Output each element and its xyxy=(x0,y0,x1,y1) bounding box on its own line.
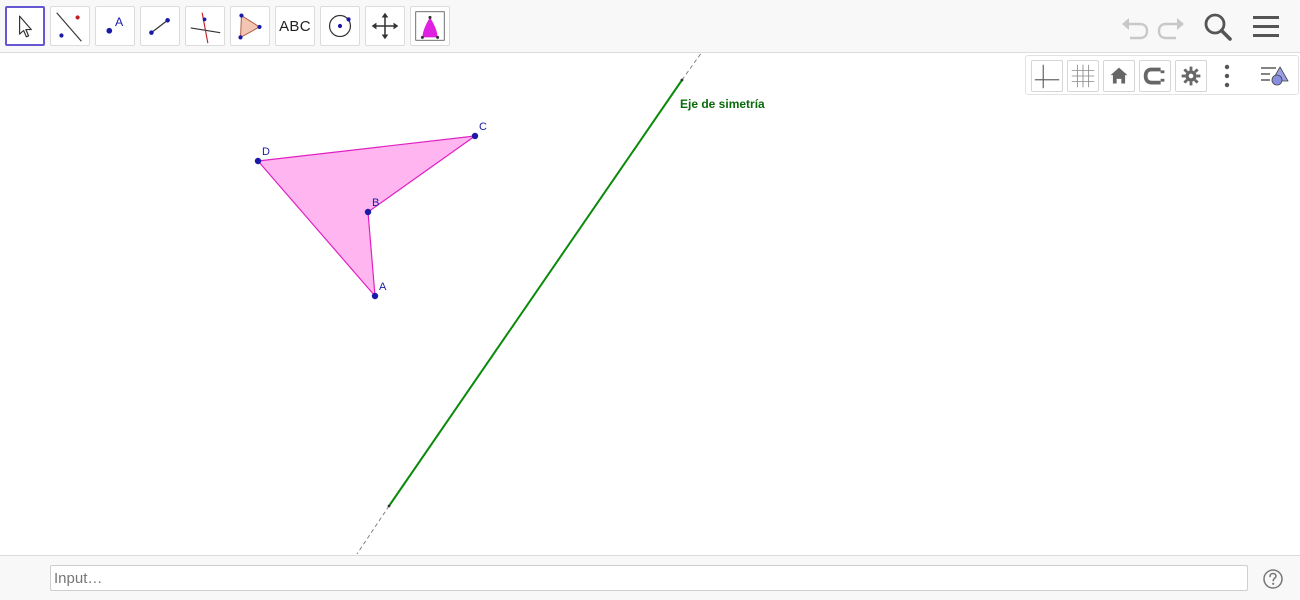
search-icon xyxy=(1204,13,1232,41)
search-button[interactable] xyxy=(1201,10,1235,44)
svg-text:A: A xyxy=(115,15,124,29)
point-a[interactable] xyxy=(371,292,379,300)
new-point-icon: A xyxy=(106,15,124,34)
circle-tool-button[interactable] xyxy=(320,6,360,46)
point-c[interactable] xyxy=(471,132,479,140)
algebra-view-toggle-icon xyxy=(1261,66,1289,86)
graphics-settings-button[interactable] xyxy=(1175,60,1207,92)
show-axes-icon xyxy=(1034,64,1060,89)
polygon-abcd[interactable] xyxy=(256,135,476,298)
polygon-tool-button[interactable] xyxy=(230,6,270,46)
point-a-label: A xyxy=(379,281,387,293)
segment-tool-button[interactable] xyxy=(140,6,180,46)
segment-icon xyxy=(149,18,170,35)
axis-extension-bottom xyxy=(356,505,390,555)
polygon-icon xyxy=(238,13,262,40)
algebra-input-field[interactable] xyxy=(50,565,1248,591)
point-b-label: B xyxy=(372,197,379,209)
point-d[interactable] xyxy=(254,157,262,165)
point-capturing-icon xyxy=(1143,67,1165,85)
undo-button[interactable] xyxy=(1118,10,1152,44)
geometry-canvas[interactable]: Eje de simetría A B C D xyxy=(0,51,1300,555)
main-toolbar: A ABC xyxy=(0,0,1300,53)
show-axes-button[interactable] xyxy=(1031,60,1063,92)
menu-icon xyxy=(1253,16,1279,37)
help-question-icon xyxy=(1263,569,1283,589)
custom-tool-button[interactable] xyxy=(410,6,450,46)
point-tool-button[interactable]: A xyxy=(95,6,135,46)
axis-endpoint-bottom[interactable] xyxy=(387,504,391,508)
input-bar xyxy=(0,555,1300,600)
custom-tool-icon xyxy=(415,11,445,41)
more-options-button[interactable] xyxy=(1211,60,1243,92)
graphics-view[interactable]: Eje de simetría A B C D xyxy=(0,51,1300,555)
axis-endpoint-top[interactable] xyxy=(680,78,684,82)
move-graphics-tool-button[interactable] xyxy=(365,6,405,46)
algebra-view-toggle-button[interactable] xyxy=(1258,60,1290,92)
move-graphics-view-icon xyxy=(371,12,399,40)
line-tool-button[interactable] xyxy=(50,6,90,46)
axis-extension-top xyxy=(681,51,703,81)
text-tool-button[interactable]: ABC xyxy=(275,6,315,46)
line-through-two-points-icon xyxy=(56,12,82,42)
redo-icon xyxy=(1157,18,1184,40)
standard-view-home-icon xyxy=(1110,67,1128,84)
perpendicular-line-icon xyxy=(190,12,221,44)
circle-with-center-icon xyxy=(328,14,352,38)
text-icon: ABC xyxy=(279,17,311,35)
show-grid-button[interactable] xyxy=(1067,60,1099,92)
standard-view-button[interactable] xyxy=(1103,60,1135,92)
perpendicular-tool-button[interactable] xyxy=(185,6,225,46)
graphics-style-bar xyxy=(1025,55,1299,95)
redo-button[interactable] xyxy=(1154,10,1188,44)
symmetry-axis-label: Eje de simetría xyxy=(680,97,765,111)
point-d-label: D xyxy=(262,146,270,158)
move-tool-button[interactable] xyxy=(5,6,45,46)
show-grid-icon xyxy=(1071,64,1095,88)
input-help-button[interactable] xyxy=(1262,568,1284,590)
main-menu-button[interactable] xyxy=(1249,10,1283,44)
point-b[interactable] xyxy=(364,208,372,216)
point-c-label: C xyxy=(479,121,487,133)
undo-icon xyxy=(1122,18,1149,40)
move-cursor-icon xyxy=(19,15,32,38)
point-capturing-button[interactable] xyxy=(1139,60,1171,92)
settings-gear-icon xyxy=(1181,66,1201,86)
more-options-icon xyxy=(1224,64,1230,88)
